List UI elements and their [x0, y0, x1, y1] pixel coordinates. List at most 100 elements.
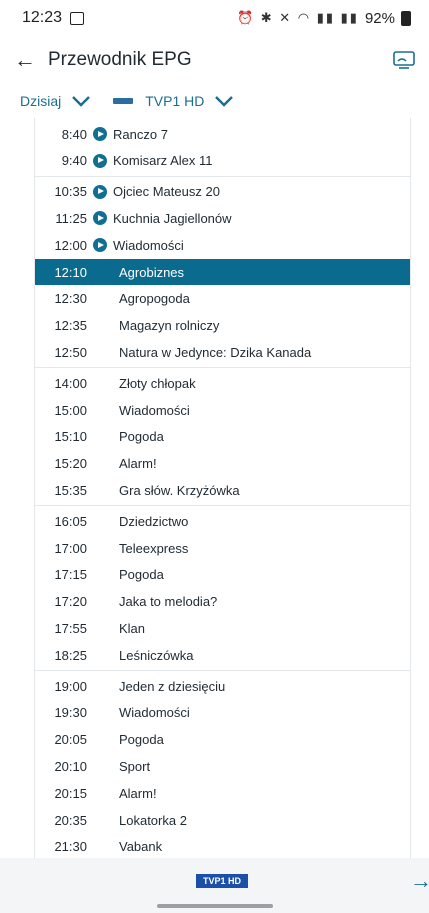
program-row[interactable]: 18:25 Leśniczówka: [35, 642, 410, 668]
channel-logo: TVP1 HD: [196, 874, 248, 888]
program-row[interactable]: 20:35 Lokatorka 2: [35, 807, 410, 833]
program-title: Teleexpress: [119, 540, 189, 556]
program-time: 15:35: [54, 482, 87, 498]
program-title: Leśniczówka: [119, 647, 194, 663]
program-time: 18:25: [54, 647, 87, 663]
program-title: Pogoda: [119, 429, 164, 445]
program-row[interactable]: 16:05 Dziedzictwo: [35, 508, 410, 534]
battery-percent: 92%: [364, 9, 395, 27]
program-title: Lokatorka 2: [119, 812, 187, 828]
program-title: Jaka to melodia?: [119, 594, 218, 610]
program-title: Wiadomości: [113, 237, 184, 253]
program-title: Pogoda: [119, 732, 164, 748]
program-time: 17:00: [54, 540, 87, 556]
channel-logo-icon: [113, 98, 134, 104]
program-row[interactable]: 17:20 Jaka to melodia?: [35, 589, 410, 615]
program-row[interactable]: 11:25 Kuchnia Jagiellonów: [35, 205, 410, 231]
day-selector[interactable]: Dzisiaj: [20, 93, 61, 109]
list-separator: [35, 670, 410, 671]
channel-selector[interactable]: TVP1 HD: [145, 93, 204, 109]
battery-icon: [401, 10, 411, 26]
program-title: Gra słów. Krzyżówka: [119, 482, 240, 498]
page-title: Przewodnik EPG: [48, 49, 192, 70]
list-separator: [35, 505, 410, 507]
program-title: Komisarz Alex 11: [113, 153, 213, 169]
play-icon[interactable]: [93, 153, 107, 168]
program-time: 12:35: [54, 318, 87, 334]
play-icon[interactable]: [93, 184, 107, 199]
program-title: Ojciec Mateusz 20: [113, 184, 220, 200]
program-time: 12:10: [54, 264, 87, 280]
program-row[interactable]: 12:35 Magazyn rolniczy: [35, 313, 410, 339]
program-row[interactable]: 17:55 Klan: [35, 615, 410, 641]
chevron-down-icon[interactable]: [214, 95, 234, 107]
program-title: Magazyn rolniczy: [119, 318, 220, 334]
home-indicator: [157, 904, 273, 908]
program-title: Alarm!: [119, 785, 157, 801]
play-icon[interactable]: [93, 127, 107, 141]
program-list[interactable]: 8:40 Ranczo 7 9:40 Komisarz Alex 11 10:35 Ojc…: [34, 118, 411, 858]
program-row[interactable]: 12:30 Agropogoda: [35, 286, 410, 312]
program-row[interactable]: 12:00 Wiadomości: [35, 232, 410, 258]
program-title: Agropogoda: [119, 291, 190, 307]
program-title: Wiadomości: [119, 402, 190, 418]
program-row[interactable]: 15:35 Gra słów. Krzyżówka: [35, 477, 410, 503]
app-bar: ← Przewodnik EPG: [0, 40, 429, 80]
program-title: Sport: [119, 758, 151, 774]
program-time: 9:40: [61, 153, 87, 169]
program-title: Jeden z dziesięciu: [119, 678, 226, 694]
play-icon[interactable]: [93, 238, 107, 253]
program-row[interactable]: 10:35 Ojciec Mateusz 20: [35, 179, 410, 205]
program-time: 19:00: [54, 678, 87, 694]
program-title: Kuchnia Jagiellonów: [113, 210, 232, 226]
program-title: Złoty chłopak: [119, 375, 196, 391]
program-title: Klan: [119, 620, 146, 636]
program-row[interactable]: 17:15 Pogoda: [35, 562, 410, 588]
program-time: 17:55: [54, 620, 87, 636]
program-time: 16:05: [54, 513, 87, 529]
program-row[interactable]: 15:10 Pogoda: [35, 424, 410, 450]
program-time: 10:35: [54, 184, 87, 200]
program-row[interactable]: 15:00 Wiadomości: [35, 397, 410, 423]
program-row[interactable]: 21:30 Vabank: [35, 834, 410, 858]
program-row[interactable]: 20:10 Sport: [35, 753, 410, 779]
gallery-icon: [70, 11, 85, 25]
program-time: 12:30: [54, 291, 87, 307]
play-icon[interactable]: [93, 211, 107, 226]
program-time: 8:40: [61, 126, 87, 142]
program-title: Agrobiznes: [119, 264, 185, 280]
program-row[interactable]: 12:50 Natura w Jedynce: Dzika Kanada: [35, 339, 410, 365]
program-time: 20:35: [54, 812, 87, 828]
program-row[interactable]: 20:05 Pogoda: [35, 727, 410, 753]
program-title: Pogoda: [119, 567, 164, 583]
program-row[interactable]: 8:40 Ranczo 7: [35, 121, 410, 147]
program-row[interactable]: 20:15 Alarm!: [35, 780, 410, 806]
program-time: 14:00: [54, 375, 87, 391]
program-time: 20:15: [54, 785, 87, 801]
program-row[interactable]: 19:30 Wiadomości: [35, 700, 410, 726]
status-icons: ⏰ ✱ ✕ ◠ ▮▮ ▮▮: [236, 10, 359, 25]
status-bar: 12:23 ⏰ ✱ ✕ ◠ ▮▮ ▮▮ 92%: [0, 0, 429, 36]
chevron-down-icon[interactable]: [71, 95, 91, 107]
program-title: Dziedzictwo: [119, 513, 189, 529]
program-time: 15:20: [54, 456, 87, 472]
back-arrow-icon[interactable]: ←: [14, 47, 48, 73]
program-title: Ranczo 7: [113, 126, 168, 142]
arrow-right-icon[interactable]: →: [410, 868, 429, 894]
filter-bar: Dzisiaj TVP1 HD: [0, 86, 429, 116]
program-row[interactable]: 12:10 Agrobiznes: [35, 259, 410, 285]
program-time: 17:20: [54, 594, 87, 610]
program-row[interactable]: 9:40 Komisarz Alex 11: [35, 148, 410, 174]
program-time: 12:50: [54, 344, 87, 360]
program-title: Wiadomości: [119, 705, 190, 721]
program-row[interactable]: 14:00 Złoty chłopak: [35, 370, 410, 396]
program-title: Vabank: [119, 839, 163, 855]
program-row[interactable]: 19:00 Jeden z dziesięciu: [35, 673, 410, 699]
program-time: 19:30: [54, 705, 87, 721]
program-time: 11:25: [55, 210, 87, 226]
program-row[interactable]: 17:00 Teleexpress: [35, 535, 410, 561]
cast-icon[interactable]: [393, 51, 415, 69]
program-title: Natura w Jedynce: Dzika Kanada: [119, 344, 312, 360]
status-time: 12:23: [22, 9, 63, 26]
program-row[interactable]: 15:20 Alarm!: [35, 451, 410, 477]
